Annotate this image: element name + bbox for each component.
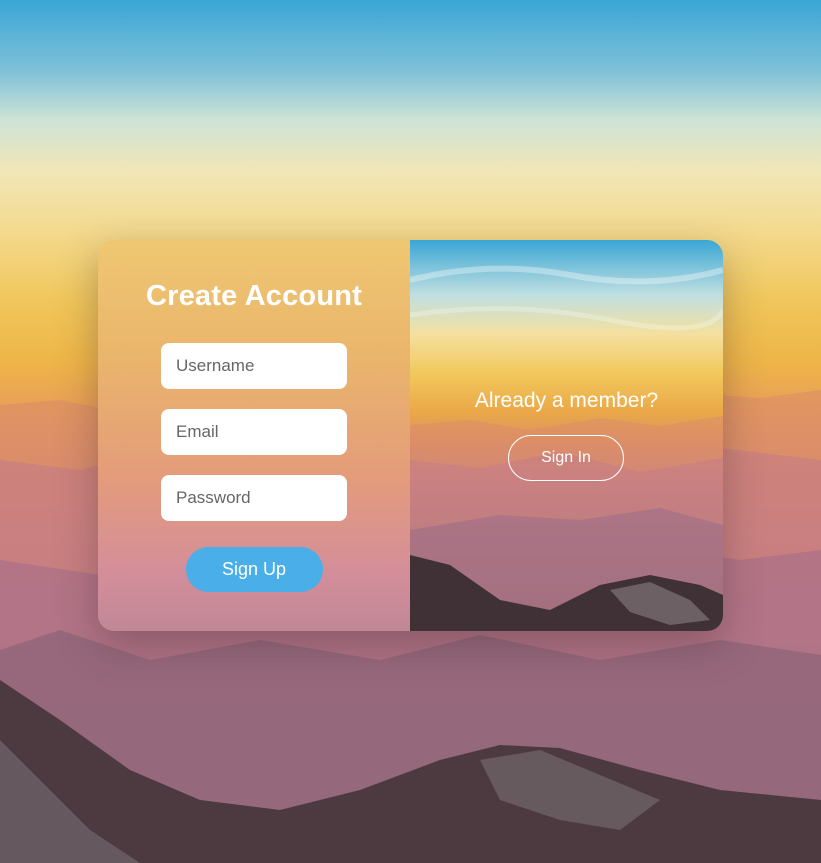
page-title: Create Account xyxy=(145,280,363,312)
signup-card: Create Account Sign Up Already a member?… xyxy=(98,240,723,631)
password-input[interactable] xyxy=(161,475,347,521)
signin-panel: Already a member? Sign In xyxy=(410,240,723,631)
signup-panel: Create Account Sign Up xyxy=(98,240,410,631)
sign-up-button[interactable]: Sign Up xyxy=(185,547,323,592)
email-input[interactable] xyxy=(161,409,347,455)
already-member-text: Already a member? xyxy=(474,389,659,412)
username-input[interactable] xyxy=(161,343,347,389)
sign-in-button[interactable]: Sign In xyxy=(508,435,624,481)
